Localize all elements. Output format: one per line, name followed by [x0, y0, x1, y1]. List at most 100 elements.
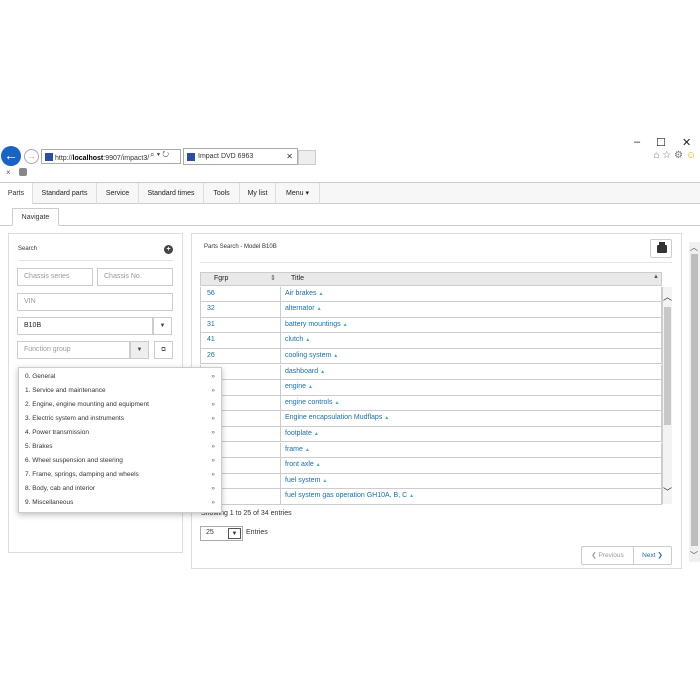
- scroll-down-icon[interactable]: ﹀: [663, 485, 672, 498]
- title-link[interactable]: battery mountings: [285, 321, 341, 328]
- tab-close-icon[interactable]: ✕: [286, 152, 293, 161]
- menu-item[interactable]: 1. Service and maintenance »: [19, 384, 221, 398]
- scroll-up-icon[interactable]: ︿: [663, 290, 672, 303]
- title-cell[interactable]: Engine encapsulation Mudflaps ▲: [285, 414, 389, 421]
- expand-triangle-icon[interactable]: ▲: [305, 337, 310, 343]
- table-row[interactable]: frame ▲: [200, 442, 662, 459]
- title-cell[interactable]: clutch ▲: [285, 336, 310, 343]
- fgrp-cell[interactable]: 31: [201, 317, 281, 333]
- table-scrollbar[interactable]: ︿ ﹀: [662, 287, 672, 504]
- next-button[interactable]: Next ❯: [634, 547, 671, 564]
- table-row[interactable]: engine controls ▲: [200, 395, 662, 412]
- table-row[interactable]: 32 alternator ▲: [200, 302, 662, 318]
- forward-arrow-icon[interactable]: →: [24, 149, 39, 164]
- fav-close-icon[interactable]: ×: [6, 168, 11, 177]
- table-row[interactable]: dashboard ▲: [200, 364, 662, 381]
- table-row[interactable]: Engine encapsulation Mudflaps ▲: [200, 411, 662, 427]
- title-cell[interactable]: alternator ▲: [285, 305, 322, 312]
- title-link[interactable]: dashboard: [285, 368, 318, 375]
- title-link[interactable]: front axle: [285, 461, 314, 468]
- menu-item[interactable]: 8. Body, cab and interior »: [19, 482, 221, 496]
- expand-triangle-icon[interactable]: ▲: [316, 462, 321, 468]
- print-button[interactable]: [650, 239, 672, 258]
- menu-item[interactable]: 7. Frame, springs, damping and wheels »: [19, 468, 221, 482]
- title-link[interactable]: alternator: [285, 305, 315, 312]
- title-cell[interactable]: front axle ▲: [285, 461, 321, 468]
- menu-item[interactable]: 5. Brakes »: [19, 440, 221, 454]
- table-row[interactable]: 41 clutch ▲: [200, 333, 662, 349]
- title-cell[interactable]: engine ▲: [285, 383, 313, 390]
- sort-icon[interactable]: ⇕: [270, 274, 276, 282]
- back-arrow-icon[interactable]: ←: [1, 146, 21, 166]
- expand-triangle-icon[interactable]: ▲: [308, 384, 313, 390]
- title-link[interactable]: Air brakes: [285, 290, 317, 297]
- title-cell[interactable]: cooling system ▲: [285, 352, 338, 359]
- smiley-icon[interactable]: ☺: [686, 150, 696, 161]
- expand-triangle-icon[interactable]: ▲: [322, 478, 327, 484]
- table-row[interactable]: 56 Air brakes ▲: [200, 286, 662, 303]
- col-fgrp-header[interactable]: Fgrp: [214, 275, 228, 282]
- chassis-no-input[interactable]: Chassis No.: [97, 268, 173, 286]
- browser-tab[interactable]: Impact DVD 6963 ✕: [183, 148, 298, 165]
- title-link[interactable]: engine: [285, 383, 306, 390]
- expand-triangle-icon[interactable]: ▲: [305, 447, 310, 453]
- scan-icon[interactable]: ⧉: [154, 341, 173, 359]
- title-link[interactable]: fuel system: [285, 477, 320, 484]
- table-row[interactable]: 26 cooling system ▲: [200, 348, 662, 365]
- function-group-dropdown-icon[interactable]: ▼: [130, 341, 149, 359]
- fgrp-cell[interactable]: 32: [201, 302, 281, 317]
- add-circle-icon[interactable]: +: [164, 245, 173, 254]
- expand-triangle-icon[interactable]: ▲: [319, 291, 324, 297]
- title-cell[interactable]: frame ▲: [285, 446, 310, 453]
- nav-standard-parts[interactable]: Standard parts: [33, 183, 97, 204]
- expand-triangle-icon[interactable]: ▲: [320, 369, 325, 375]
- star-icon[interactable]: ☆: [662, 150, 671, 161]
- table-row[interactable]: front axle ▲: [200, 458, 662, 474]
- title-cell[interactable]: engine controls ▲: [285, 399, 339, 406]
- model-dropdown-icon[interactable]: ▼: [153, 317, 172, 335]
- fgrp-cell[interactable]: 56: [201, 286, 281, 302]
- menu-item[interactable]: 0. General »: [19, 370, 221, 384]
- sort-asc-icon[interactable]: ▲: [653, 274, 659, 280]
- model-select[interactable]: B10B: [17, 317, 153, 335]
- title-link[interactable]: engine controls: [285, 399, 332, 406]
- title-link[interactable]: cooling system: [285, 352, 331, 359]
- address-tools-icon[interactable]: ⌕ ▾ ↻: [150, 150, 169, 160]
- fgrp-cell[interactable]: 41: [201, 333, 281, 348]
- nav-tools[interactable]: Tools: [204, 183, 240, 204]
- title-link[interactable]: footplate: [285, 430, 312, 437]
- home-icon[interactable]: ⌂: [653, 150, 659, 161]
- extension-icon[interactable]: [18, 168, 27, 176]
- menu-item[interactable]: 6. Wheel suspension and steering »: [19, 454, 221, 468]
- tab-navigate[interactable]: Navigate: [12, 208, 59, 226]
- title-link[interactable]: clutch: [285, 336, 303, 343]
- col-title-header[interactable]: Title: [291, 275, 304, 282]
- expand-triangle-icon[interactable]: ▲: [333, 353, 338, 359]
- scroll-thumb[interactable]: [691, 254, 698, 546]
- nav-my-list[interactable]: My list: [240, 183, 276, 204]
- expand-triangle-icon[interactable]: ▲: [343, 322, 348, 328]
- table-row[interactable]: footplate ▲: [200, 426, 662, 443]
- title-link[interactable]: frame: [285, 446, 303, 453]
- menu-item[interactable]: 9. Miscellaneous »: [19, 496, 221, 510]
- scroll-thumb[interactable]: [664, 307, 671, 425]
- page-scrollbar[interactable]: ︿ ﹀: [689, 242, 700, 562]
- expand-triangle-icon[interactable]: ▲: [317, 306, 322, 312]
- expand-triangle-icon[interactable]: ▲: [409, 493, 414, 499]
- function-group-input[interactable]: Function group: [17, 341, 130, 359]
- scroll-up-icon[interactable]: ︿: [690, 242, 698, 253]
- previous-button[interactable]: ❮ Previous: [582, 547, 634, 564]
- title-cell[interactable]: fuel system ▲: [285, 477, 327, 484]
- nav-standard-times[interactable]: Standard times: [139, 183, 204, 204]
- new-tab-button[interactable]: [298, 150, 316, 165]
- menu-item[interactable]: 3. Electric system and instruments »: [19, 412, 221, 426]
- nav-service[interactable]: Service: [97, 183, 139, 204]
- title-cell[interactable]: Air brakes ▲: [285, 290, 323, 297]
- nav-menu[interactable]: Menu ▾: [276, 183, 320, 204]
- title-cell[interactable]: footplate ▲: [285, 430, 319, 437]
- table-row[interactable]: fuel system gas operation GH10A, B, C ▲: [200, 489, 662, 505]
- fgrp-cell[interactable]: 26: [201, 348, 281, 364]
- scroll-down-icon[interactable]: ﹀: [690, 550, 698, 561]
- title-cell[interactable]: fuel system gas operation GH10A, B, C ▲: [285, 492, 414, 499]
- vin-input[interactable]: VIN: [17, 293, 173, 311]
